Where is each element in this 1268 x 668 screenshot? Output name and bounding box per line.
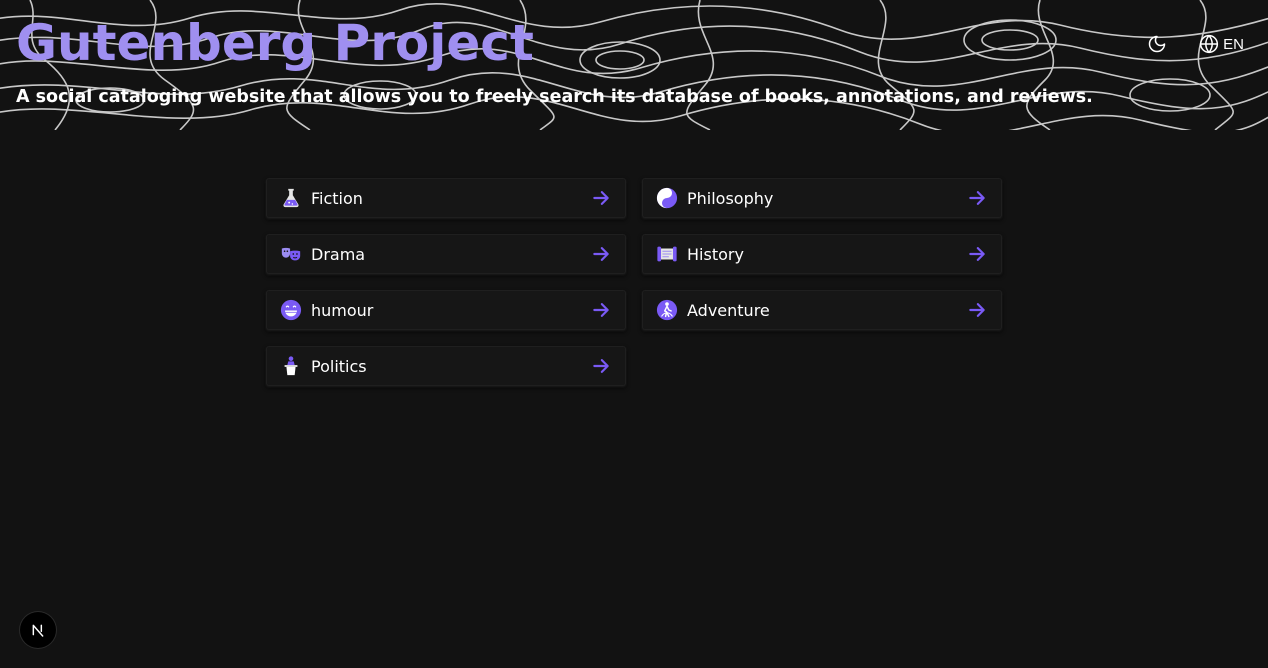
header-controls: EN [1145,32,1244,56]
category-card-politics[interactable]: Politics [266,346,626,386]
arrow-right-icon [590,243,612,265]
podium-icon [280,355,302,377]
category-card-philosophy[interactable]: Philosophy [642,178,1002,218]
arrow-right-icon [590,187,612,209]
language-switcher[interactable]: EN [1199,34,1244,54]
scroll-icon [656,243,678,265]
category-label: Drama [311,244,366,264]
arrow-right-icon [966,299,988,321]
yin-yang-icon [656,187,678,209]
hiker-icon [656,299,678,321]
category-label: Politics [311,356,367,376]
arrow-right-icon [590,355,612,377]
category-label: humour [311,300,374,320]
theme-toggle-button[interactable] [1145,32,1169,56]
page-title: Gutenberg Project [16,14,534,72]
category-card-adventure[interactable]: Adventure [642,290,1002,330]
category-card-history[interactable]: History [642,234,1002,274]
globe-icon [1200,34,1219,54]
moon-icon [1148,35,1166,53]
flask-icon [280,187,302,209]
nextjs-icon [32,624,44,637]
arrow-right-icon [966,243,988,265]
category-grid: Fiction Philosophy Drama History humour … [266,178,1002,386]
category-label: Adventure [687,300,770,320]
theater-masks-icon [280,243,302,265]
nextjs-dev-badge[interactable] [20,612,56,648]
arrow-right-icon [590,299,612,321]
category-card-fiction[interactable]: Fiction [266,178,626,218]
category-label: Philosophy [687,188,774,208]
category-card-drama[interactable]: Drama [266,234,626,274]
category-label: Fiction [311,188,363,208]
grin-icon [280,299,302,321]
page-subtitle: A social cataloging website that allows … [16,87,1093,107]
category-card-humour[interactable]: humour [266,290,626,330]
language-label: EN [1223,35,1244,53]
header: Gutenberg Project A social cataloging we… [0,0,1268,130]
arrow-right-icon [966,187,988,209]
category-label: History [687,244,744,264]
